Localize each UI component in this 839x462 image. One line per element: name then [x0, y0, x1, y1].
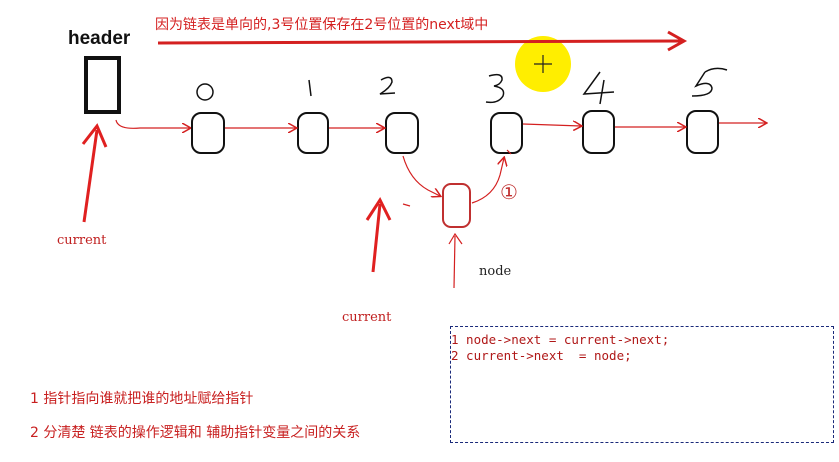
new-node-label: ① [500, 180, 518, 204]
list-node-2 [385, 112, 419, 154]
list-node-5 [686, 110, 719, 154]
node-label: node [479, 264, 512, 279]
code-line-1: 1 node->next = current->next; [451, 332, 670, 347]
list-node-0 [191, 112, 225, 154]
link-2-to-new-node [402, 155, 440, 196]
index-label-3 [485, 73, 505, 104]
list-node-1 [297, 112, 329, 154]
title-note: 因为链表是单向的,3号位置保存在2号位置的next域中 [155, 17, 489, 33]
new-node [442, 183, 471, 228]
note-2: 2 分清楚 链表的操作逻辑和 辅助指针变量之间的关系 [30, 425, 361, 441]
current-arrow-2 [365, 196, 392, 273]
index-label-4 [582, 71, 615, 105]
link-header-to-node-0 [115, 119, 190, 128]
code-line-2: 2 current->next = node; [451, 348, 632, 363]
note-1: 1 指针指向谁就把谁的地址赋给指针 [30, 391, 254, 407]
current-arrow-1 [81, 123, 108, 223]
node-pointer-arrow [448, 232, 463, 289]
list-node-3 [490, 112, 523, 154]
index-label-5 [691, 67, 728, 97]
index-label-0 [196, 83, 214, 101]
index-label-1 [308, 79, 312, 97]
header-box [84, 56, 121, 114]
code-box: 1 node->next = current->next; 2 current-… [450, 326, 834, 443]
index-label-2 [379, 76, 396, 95]
top-long-arrow [157, 30, 688, 52]
header-label: header [68, 28, 131, 49]
list-node-4 [582, 110, 615, 154]
current-label-2: current [342, 310, 392, 325]
current-label-1: current [57, 233, 107, 248]
link-3-4 [522, 124, 581, 126]
